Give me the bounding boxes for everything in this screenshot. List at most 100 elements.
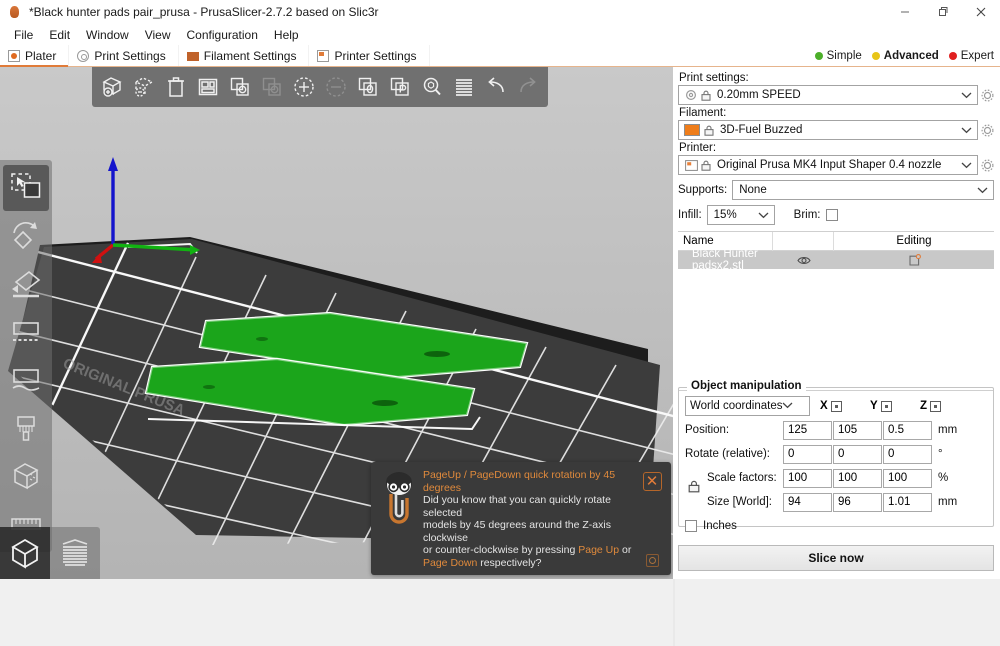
print-settings-row: 0.20mm SPEED [678,85,994,105]
mode-advanced[interactable]: Advanced [871,50,939,62]
size-y-input[interactable]: 96 [833,492,882,512]
menu-configuration[interactable]: Configuration [179,26,266,44]
axis-z-reset-button[interactable] [930,400,942,412]
undo-icon[interactable] [481,71,511,103]
scale-gizmo[interactable] [3,213,49,259]
mode-advanced-label: Advanced [883,50,939,62]
gear-icon[interactable] [981,158,994,172]
axis-z-label: Z [920,400,928,412]
supports-combo[interactable]: None [732,180,994,200]
print-profile-icon [684,89,698,102]
gear-icon[interactable] [981,123,994,137]
split-to-objects-icon[interactable] [353,71,383,103]
app-logo-icon [8,5,22,19]
rotate-y-input[interactable]: 0 [833,444,882,464]
print-settings-combo[interactable]: 0.20mm SPEED [678,85,978,105]
tab-filament-settings-label: Filament Settings [203,48,297,63]
mode-simple[interactable]: Simple [814,50,862,62]
search-icon[interactable] [417,71,447,103]
chevron-down-icon [961,160,972,172]
rotate-z-input[interactable]: 0 [883,444,932,464]
position-row: Position: 125 105 0.5 mm [685,420,987,440]
minimize-icon[interactable] [886,0,924,24]
cut-gizmo[interactable] [3,357,49,403]
menu-help[interactable]: Help [266,26,307,44]
rotate-x-input[interactable]: 0 [783,444,832,464]
menu-view[interactable]: View [137,26,179,44]
inches-label: Inches [703,520,737,532]
paste-icon [257,71,287,103]
size-z-input[interactable]: 1.01 [883,492,932,512]
gear-icon[interactable] [981,88,994,102]
axis-header: X Y Z [818,400,987,412]
position-unit: mm [938,424,958,436]
coordinates-value: World coordinates [690,400,783,412]
infill-combo[interactable]: 15% [706,205,775,225]
restore-icon[interactable] [924,0,962,24]
menu-bar: File Edit Window View Configuration Help [0,24,1000,45]
position-x-input[interactable]: 125 [783,420,832,440]
uniform-scale-lock-icon[interactable] [688,480,700,496]
printer-row: Original Prusa MK4 Input Shaper 0.4 nozz… [678,155,994,175]
coordinates-combo[interactable]: World coordinates [685,396,810,416]
add-icon[interactable] [97,71,127,103]
menu-window[interactable]: Window [78,26,137,44]
inches-checkbox[interactable] [685,519,697,532]
axis-y-reset-button[interactable] [880,400,892,412]
mode-expert[interactable]: Expert [948,50,994,62]
editing-icon[interactable] [834,253,994,267]
delete-all-icon[interactable] [161,71,191,103]
editor-view-toggle[interactable] [0,527,50,579]
rotate-row: Rotate (relative): 0 0 0 ° [685,444,987,464]
tab-plater[interactable]: Plater [0,45,70,67]
hint-line-1: Did you know that you can quickly rotate… [423,494,611,519]
size-x-input[interactable]: 94 [783,492,832,512]
mode-selector: Simple Advanced Expert [814,45,994,67]
object-manipulation-panel: Object manipulation World coordinates X [678,380,994,532]
tab-printer-settings[interactable]: Printer Settings [309,45,430,66]
position-z-input[interactable]: 0.5 [883,420,932,440]
delete-icon[interactable] [129,71,159,103]
brim-checkbox[interactable] [825,209,838,221]
hint-line-2: models by 45 degrees around the Z-axis c… [423,519,611,544]
mode-simple-label: Simple [826,50,862,62]
slice-now-button[interactable]: Slice now [678,545,994,571]
close-icon[interactable]: ✕ [642,472,662,491]
preview-view-toggle[interactable] [50,527,100,579]
tab-print-settings[interactable]: Print Settings [69,45,179,66]
rotate-gizmo[interactable] [3,261,49,307]
print-settings-icon [77,49,90,62]
seam-painting-gizmo[interactable] [3,453,49,499]
scale-row: Scale factors: 100 100 100 % [685,468,987,488]
variable-layer-height-icon[interactable] [449,71,479,103]
add-instance-icon[interactable] [289,71,319,103]
printer-combo[interactable]: Original Prusa MK4 Input Shaper 0.4 nozz… [678,155,978,175]
arrange-icon[interactable] [193,71,223,103]
gear-icon[interactable] [645,554,659,567]
place-on-face-gizmo[interactable] [3,309,49,355]
support-painting-gizmo[interactable] [3,405,49,451]
right-sidebar: Print settings: 0.20mm SPEED Filament: 3… [673,67,1000,579]
tab-filament-settings[interactable]: Filament Settings [179,45,310,66]
scale-x-input[interactable]: 100 [783,468,832,488]
filament-label: Filament: [679,107,727,119]
menu-file[interactable]: File [6,26,41,44]
filament-combo[interactable]: 3D-Fuel Buzzed [678,120,978,140]
copy-icon[interactable] [225,71,255,103]
chevron-down-icon [961,90,972,102]
split-to-parts-icon[interactable] [385,71,415,103]
scale-z-input[interactable]: 100 [883,468,932,488]
object-manipulation-legend: Object manipulation [687,380,806,392]
menu-edit[interactable]: Edit [41,26,78,44]
move-gizmo[interactable] [3,165,49,211]
eye-icon[interactable] [774,255,834,266]
print-settings-value: 0.20mm SPEED [717,89,801,101]
position-y-input[interactable]: 105 [833,420,882,440]
object-list[interactable]: Name Editing Black Hunter padsx2.stl [678,231,994,391]
table-row[interactable]: Black Hunter padsx2.stl [678,248,994,272]
axis-x-reset-button[interactable] [830,400,842,412]
printer-profile-icon [684,159,698,172]
3d-viewport[interactable]: ORIGINAL PRUSA PageUp / PageDown quick r… [0,67,673,579]
scale-y-input[interactable]: 100 [833,468,882,488]
close-icon[interactable] [962,0,1000,24]
